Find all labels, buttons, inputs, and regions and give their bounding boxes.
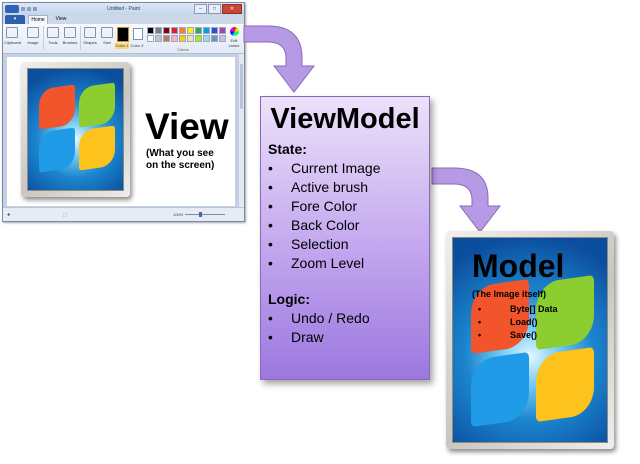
color-swatch[interactable] [195,35,202,42]
maximize-button[interactable]: □ [208,4,221,14]
close-button[interactable]: ✕ [222,4,242,14]
color-palette[interactable] [147,27,226,44]
colors-group-label: Colors [177,47,189,52]
color-swatch[interactable] [211,27,218,34]
color-swatch[interactable] [219,27,226,34]
color-swatch[interactable] [171,35,178,42]
color-swatch[interactable] [219,35,226,42]
ribbon-divider [43,26,44,50]
color-swatch[interactable] [163,35,170,42]
list-item: Load() [472,316,558,329]
color-swatch[interactable] [187,35,194,42]
edit-colors-button[interactable]: Edit colors [227,27,241,48]
list-item: Zoom Level [261,254,380,273]
shapes-button[interactable]: Shapes [82,27,98,45]
line-size-icon [101,27,113,38]
color-swatch[interactable] [211,35,218,42]
color1-swatch[interactable] [117,27,129,42]
color-swatch[interactable] [195,27,202,34]
view-picture-frame [21,62,130,197]
image-label: Image [27,40,39,45]
color-swatch[interactable] [203,27,210,34]
viewmodel-to-model-arrow [431,167,502,233]
color-swatch[interactable] [171,27,178,34]
viewmodel-box: ViewModel State: Current Image Active br… [260,96,430,380]
color-swatch[interactable] [147,27,154,34]
color2-swatch[interactable] [133,28,143,40]
list-item: Save() [472,329,558,342]
tools-button[interactable]: Tools [45,27,61,45]
color-swatch[interactable] [155,35,162,42]
view-heading: View [145,106,229,147]
list-item: Current Image [261,159,380,178]
logic-list: Undo / Redo Draw [261,309,370,347]
color-swatch[interactable] [147,35,154,42]
model-subtitle: (The Image itself) [472,289,547,299]
selection-size-icon: ⬚ [63,212,67,217]
windows-logo-icon [39,82,115,173]
color1-label: Color 1 [115,43,129,49]
color-swatch[interactable] [163,27,170,34]
image-button[interactable]: Image [25,27,41,45]
title-bar: Untitled - Paint – □ ✕ [3,3,244,15]
color-swatch[interactable] [187,27,194,34]
status-bar: ✚ ⬚ 100% [3,207,244,221]
zoom-level: 100% [173,212,184,217]
file-menu-button[interactable]: ▾ [5,15,25,24]
tab-home[interactable]: Home [28,15,48,24]
tab-view[interactable]: View [52,15,70,24]
ribbon-tabs: ▾ Home View [3,15,244,24]
shapes-label: Shapes [83,40,97,45]
color-wheel-icon [229,27,239,36]
model-list: Byte[] Data Load() Save() [472,303,558,342]
shapes-icon [84,27,96,38]
color-swatch[interactable] [179,35,186,42]
color-swatch[interactable] [203,35,210,42]
view-to-viewmodel-arrow [243,25,316,93]
viewmodel-heading: ViewModel [270,103,420,135]
clipboard-icon [6,27,18,38]
pencil-icon [47,27,59,38]
brushes-button[interactable]: Brushes [62,27,78,45]
model-heading: Model [472,248,565,284]
color-swatch[interactable] [179,27,186,34]
view-subtitle: (What you see on the screen) [146,148,214,172]
state-list: Current Image Active brush Fore Color Ba… [261,159,380,273]
tools-label: Tools [48,40,58,45]
vertical-scrollbar[interactable] [239,54,244,208]
clipboard-button[interactable]: Clipboard [4,27,22,45]
color2-label: Color 2 [130,43,144,48]
edit-colors-label: Edit colors [228,38,240,48]
brush-icon [64,27,76,38]
windows-wallpaper-image [27,68,124,191]
zoom-slider[interactable] [185,212,225,217]
cursor-position-icon: ✚ [7,212,11,217]
ribbon-divider [80,26,81,50]
view-subtitle-line1: (What you see [146,148,214,159]
image-icon [27,27,39,38]
size-button[interactable]: Size [99,27,115,45]
list-item: Fore Color [261,197,380,216]
list-item: Active brush [261,178,380,197]
minimize-button[interactable]: – [194,4,207,14]
list-item: Undo / Redo [261,309,370,328]
ribbon: Clipboard Image Tools Brushes Shapes Siz… [3,24,244,54]
list-item: Byte[] Data [472,303,558,316]
list-item: Selection [261,235,380,254]
brushes-label: Brushes [62,40,78,45]
list-item: Draw [261,328,370,347]
logic-heading: Logic: [268,291,310,307]
clipboard-label: Clipboard [4,40,22,45]
list-item: Back Color [261,216,380,235]
size-label: Size [103,40,111,45]
color-swatch[interactable] [155,27,162,34]
view-subtitle-line2: on the screen) [146,160,215,171]
state-heading: State: [268,141,307,157]
